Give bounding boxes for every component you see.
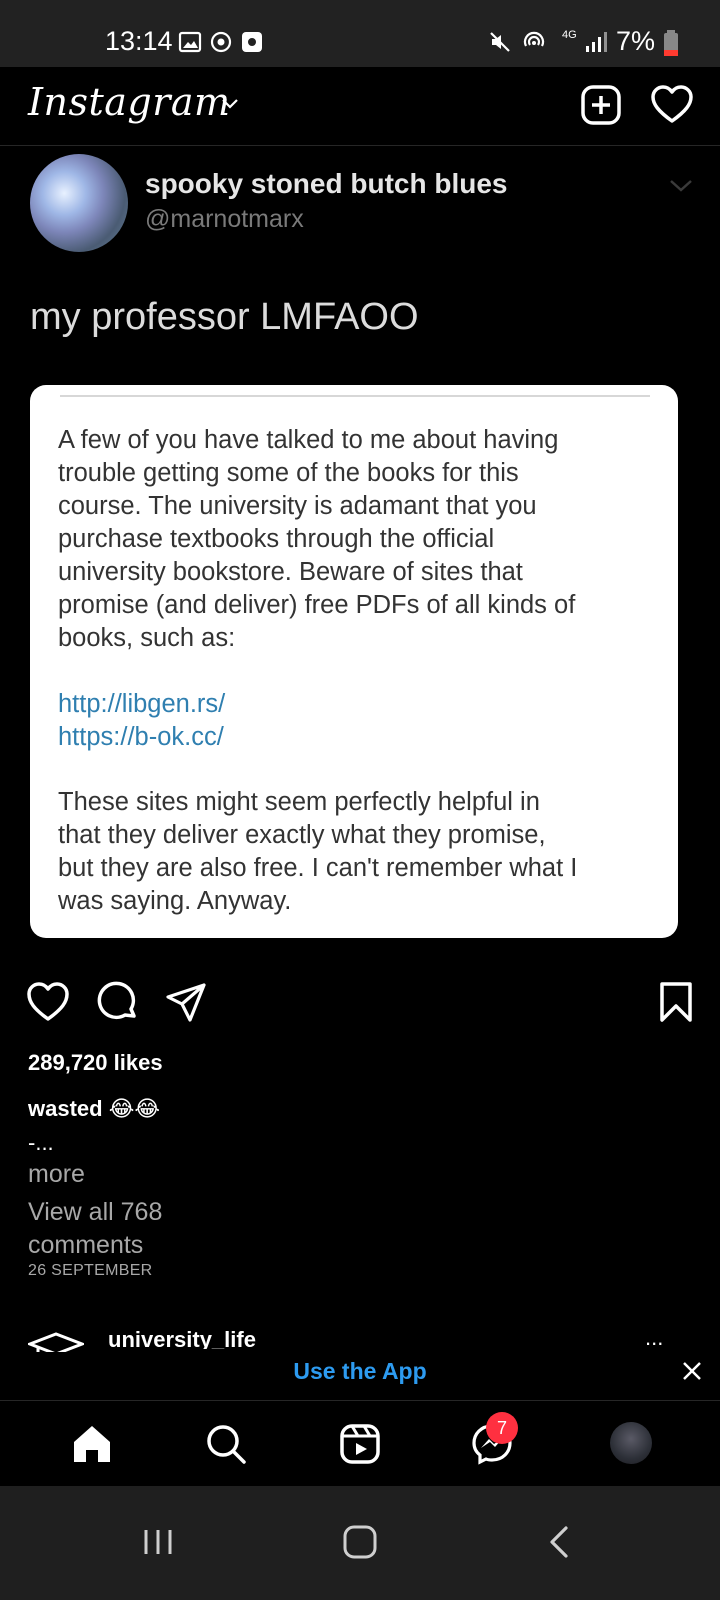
mute-icon [490, 32, 510, 52]
profile-avatar[interactable] [610, 1422, 652, 1464]
share-icon[interactable] [164, 980, 208, 1024]
comment-icon[interactable] [96, 980, 140, 1024]
chevron-down-icon [670, 180, 692, 192]
next-post-username[interactable]: university_life [108, 1327, 256, 1349]
network-type: 4G [562, 29, 577, 41]
note-line: was saying. Anyway. [58, 887, 292, 915]
messages-badge: 7 [486, 1412, 518, 1444]
like-icon[interactable] [26, 980, 70, 1024]
note-line: trouble getting some of the books for th… [58, 459, 519, 487]
tweet-text: my professor LMFAOO [30, 296, 419, 338]
signal-icon [586, 32, 607, 52]
note-line: university bookstore. Beware of sites th… [58, 558, 523, 586]
view-comments-link[interactable]: View all 768 comments [28, 1196, 228, 1262]
search-icon[interactable] [204, 1422, 248, 1466]
tweet-avatar [30, 154, 128, 252]
caption: wasted 😂😂 [28, 1096, 160, 1122]
more-options-icon[interactable]: ... [645, 1325, 663, 1345]
status-time: 13:14 [105, 26, 173, 56]
save-bookmark-icon[interactable] [654, 980, 698, 1024]
caption-username[interactable]: wasted [28, 1096, 103, 1121]
note-line: A few of you have talked to me about hav… [58, 426, 559, 454]
more-link[interactable]: more [28, 1160, 85, 1189]
record-icon [242, 32, 262, 52]
tweet-display-name: spooky stoned butch blues [145, 168, 508, 199]
heart-icon[interactable] [650, 84, 694, 124]
note-line: These sites might seem perfectly helpful… [58, 788, 540, 816]
close-icon[interactable] [676, 1355, 708, 1387]
recent-apps-icon[interactable] [128, 1512, 188, 1572]
note-line: course. The university is adamant that y… [58, 492, 537, 520]
battery-icon [664, 30, 678, 56]
post-date: 26 SEPTEMBER [28, 1262, 153, 1279]
note-line: books, such as: [58, 624, 236, 652]
instagram-logo[interactable]: Instagram [28, 80, 231, 124]
note-line: that they deliver exactly what they prom… [58, 821, 546, 849]
use-the-app-link[interactable]: Use the App [0, 1358, 720, 1385]
home-icon[interactable] [70, 1422, 114, 1466]
tweet-handle: @marnotmarx [145, 205, 304, 233]
plus-square-icon[interactable] [580, 84, 622, 126]
reels-icon[interactable] [338, 1422, 382, 1466]
home-button-icon[interactable] [330, 1512, 390, 1572]
hotspot-icon [523, 31, 545, 47]
divider [60, 395, 650, 397]
likes-count[interactable]: 289,720 likes [28, 1050, 163, 1076]
chevron-down-icon[interactable] [220, 93, 240, 113]
note-line: purchase textbooks through the official [58, 525, 495, 553]
battery-percent: 7% [616, 26, 656, 56]
note-line: but they are also free. I can't remember… [58, 854, 578, 882]
back-icon[interactable] [530, 1512, 590, 1572]
gallery-icon [178, 31, 202, 53]
note-link: http://libgen.rs/ [58, 690, 226, 718]
caption-emoji: 😂😂 [108, 1096, 161, 1121]
note-line: promise (and deliver) free PDFs of all k… [58, 591, 576, 619]
sync-icon [210, 31, 232, 53]
caption-continuation: -... [28, 1130, 54, 1155]
note-link: https://b-ok.cc/ [58, 723, 224, 751]
